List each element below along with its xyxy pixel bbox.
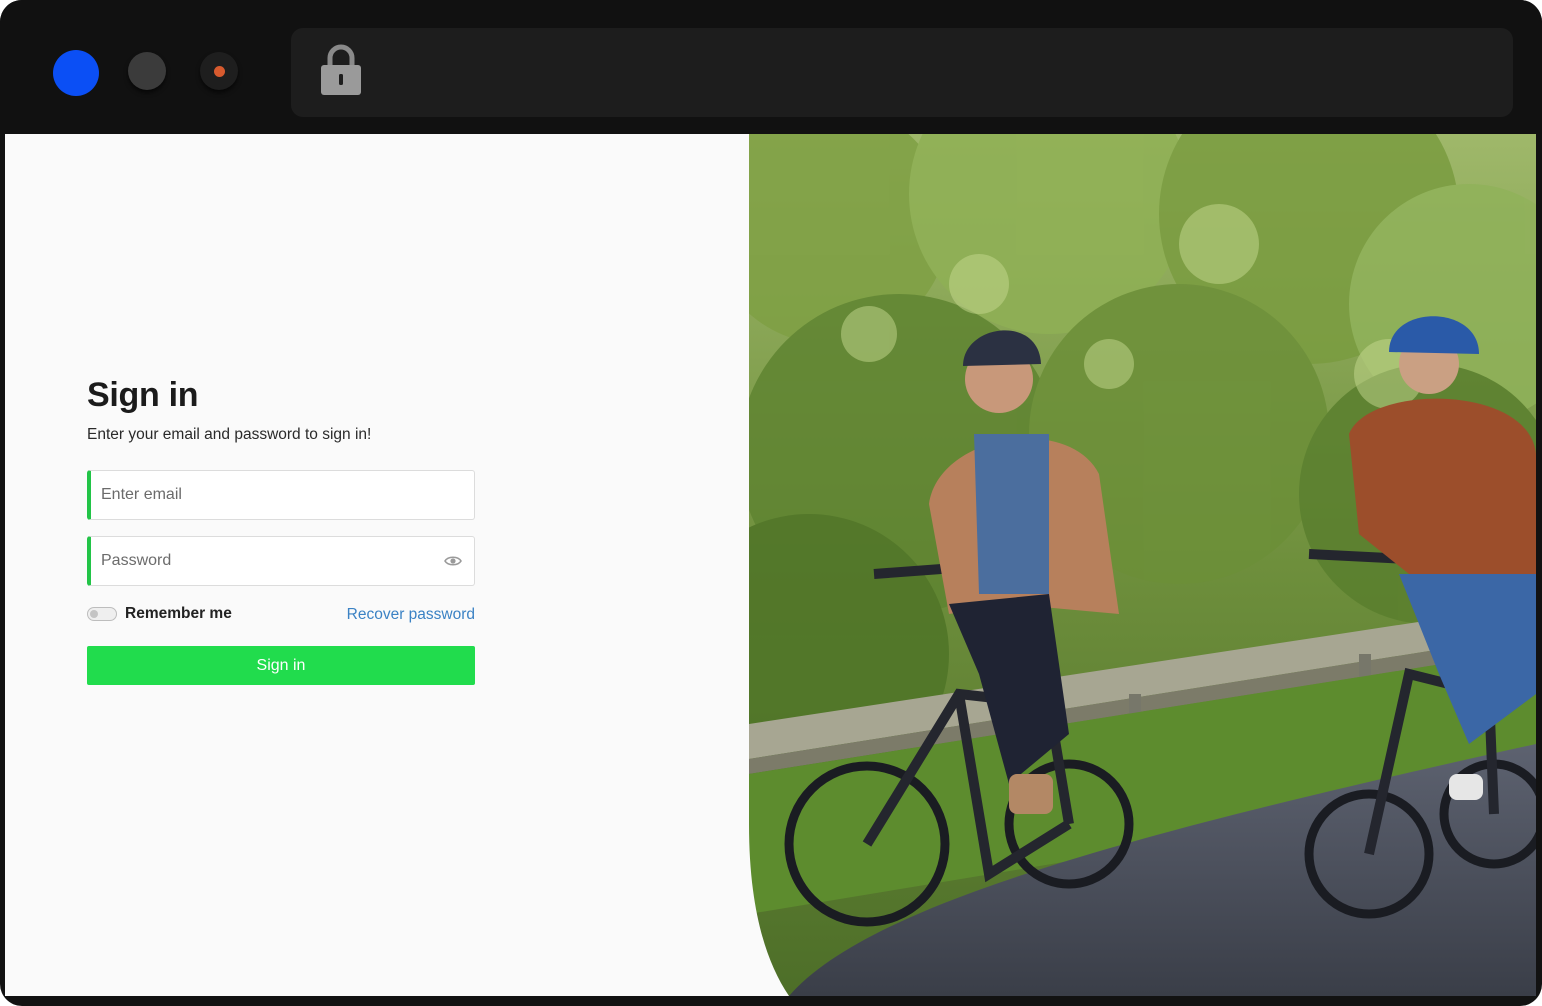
window-control-blue[interactable] xyxy=(53,50,99,96)
sign-in-button[interactable]: Sign in xyxy=(87,646,475,685)
window-control-dark[interactable] xyxy=(200,52,238,90)
remember-me-label[interactable]: Remember me xyxy=(125,604,232,624)
cyclists-photo xyxy=(749,134,1536,996)
form-options-row: Remember me Recover password xyxy=(87,604,475,626)
cyclists-illustration xyxy=(749,134,1536,996)
page-subtitle: Enter your email and password to sign in… xyxy=(87,426,372,443)
page-title: Sign in xyxy=(87,376,199,414)
signin-form: Sign in Enter your email and password to… xyxy=(87,374,475,685)
toggle-knob xyxy=(90,610,98,618)
password-field xyxy=(87,536,475,586)
address-bar[interactable] xyxy=(291,28,1513,117)
lock-icon xyxy=(321,44,361,95)
window-control-indicator xyxy=(214,66,225,77)
recover-password-link[interactable]: Recover password xyxy=(347,605,475,625)
email-field xyxy=(87,470,475,520)
email-input[interactable] xyxy=(91,471,474,519)
window-control-grey[interactable] xyxy=(128,52,166,90)
password-input[interactable] xyxy=(91,537,474,585)
page-content: Sign in Enter your email and password to… xyxy=(5,134,1536,996)
browser-window: Sign in Enter your email and password to… xyxy=(0,0,1542,1006)
remember-me-toggle[interactable] xyxy=(87,607,117,621)
eye-icon[interactable] xyxy=(444,553,462,569)
title-bar xyxy=(0,0,1542,134)
